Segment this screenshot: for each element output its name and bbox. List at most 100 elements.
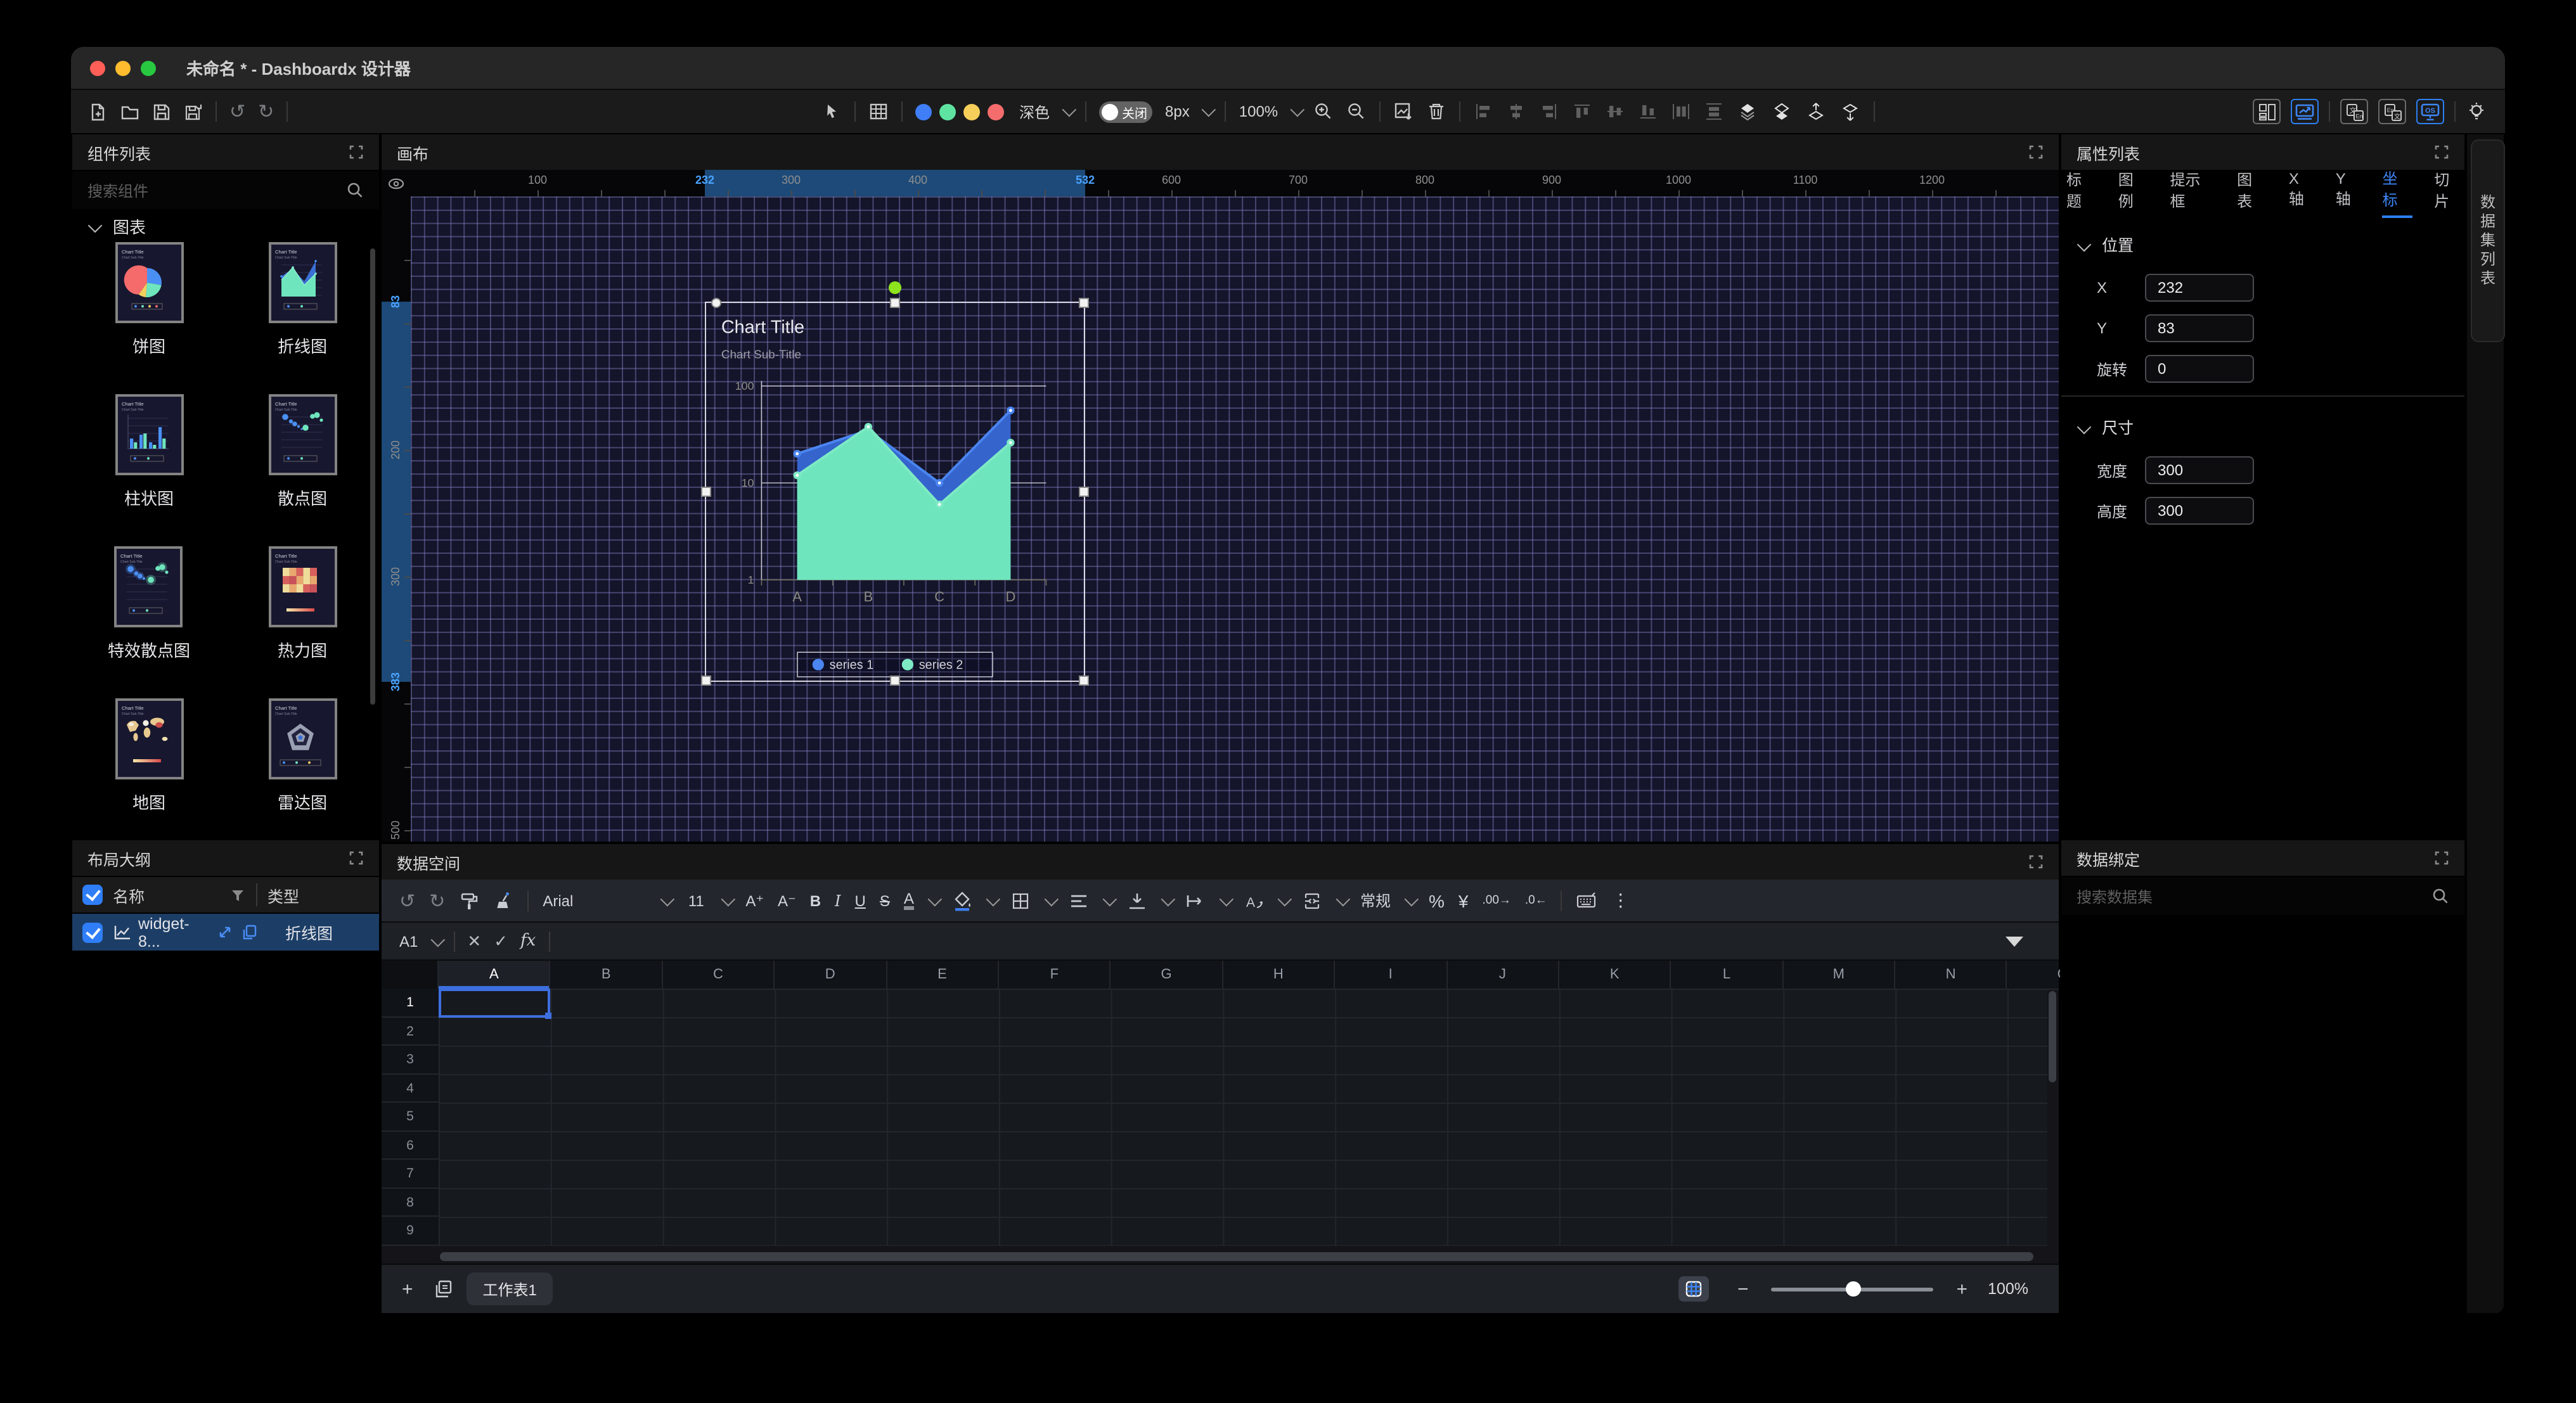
chevron-down-icon[interactable]: [660, 892, 675, 906]
row-header-2[interactable]: 2: [382, 1017, 439, 1046]
resize-handle[interactable]: [1079, 487, 1089, 497]
font-increase-button[interactable]: A⁺: [745, 892, 764, 909]
chevron-down-icon[interactable]: [1202, 103, 1216, 117]
save-icon[interactable]: [152, 102, 171, 121]
selected-cell-a1[interactable]: [439, 989, 551, 1017]
component-item-bar[interactable]: Chart TitleChart Sub-Title 柱状图: [115, 394, 183, 509]
props-tab-图例[interactable]: 图例: [2118, 168, 2149, 216]
expand-panel-icon[interactable]: [2028, 854, 2044, 869]
chevron-down-icon[interactable]: [927, 892, 942, 906]
zoom-out-icon[interactable]: [1346, 101, 1367, 122]
translate-en-cn-icon[interactable]: En文: [2378, 99, 2406, 124]
open-file-icon[interactable]: [120, 102, 139, 121]
text-rotate-button[interactable]: A: [1244, 890, 1264, 911]
row-header-3[interactable]: 3: [382, 1046, 439, 1074]
chevron-down-icon[interactable]: [1102, 892, 1117, 906]
maximize-button[interactable]: [141, 60, 156, 75]
resize-handle[interactable]: [890, 676, 900, 686]
props-tab-提示框[interactable]: 提示框: [2170, 168, 2216, 216]
column-header-F[interactable]: F: [999, 961, 1111, 989]
minimize-button[interactable]: [115, 60, 131, 75]
duplicate-icon[interactable]: [241, 924, 257, 940]
align-middle-icon[interactable]: [1605, 101, 1625, 122]
column-header-H[interactable]: H: [1223, 961, 1335, 989]
number-format-select[interactable]: 常规: [1360, 890, 1391, 911]
zoom-out-sheet-button[interactable]: −: [1737, 1278, 1749, 1300]
component-item-radar[interactable]: Chart TitleChart Sub-Title 雷达图: [268, 698, 337, 814]
send-to-back-icon[interactable]: [1771, 101, 1793, 122]
format-paint-icon[interactable]: [459, 890, 479, 911]
translate-cn-en-icon[interactable]: 文En: [2340, 99, 2368, 124]
horizontal-ruler[interactable]: 100300400600700800900100011001200232532: [411, 170, 2059, 198]
sheet-list-icon[interactable]: [434, 1279, 454, 1299]
chevron-down-icon[interactable]: [1336, 892, 1350, 906]
resize-handle[interactable]: [711, 298, 721, 308]
column-header-J[interactable]: J: [1447, 961, 1559, 989]
column-header-G[interactable]: G: [1111, 961, 1223, 989]
search-icon[interactable]: [2431, 887, 2449, 905]
zoom-in-sheet-button[interactable]: +: [1957, 1278, 1968, 1300]
table-view-icon[interactable]: [868, 101, 889, 122]
row-header-8[interactable]: 8: [382, 1188, 439, 1217]
percent-format-button[interactable]: %: [1429, 890, 1445, 911]
expand-panel-icon[interactable]: [349, 144, 364, 160]
new-file-icon[interactable]: [89, 102, 108, 121]
confirm-entry-icon[interactable]: ✓: [494, 931, 508, 951]
align-left-icon[interactable]: [1473, 101, 1493, 122]
merge-cells-button[interactable]: [1302, 890, 1322, 911]
x-input[interactable]: 232: [2145, 274, 2254, 302]
align-right-icon[interactable]: [1539, 101, 1559, 122]
vertical-align-button[interactable]: [1127, 890, 1147, 911]
delete-icon[interactable]: [1426, 101, 1446, 122]
formula-bar-expand-icon[interactable]: [2006, 937, 2023, 947]
row-header-4[interactable]: 4: [382, 1074, 439, 1103]
height-input[interactable]: 300: [2145, 497, 2254, 525]
width-input[interactable]: 300: [2145, 456, 2254, 484]
component-item-line[interactable]: Chart TitleChart Sub-Title 折线图: [268, 242, 337, 357]
chevron-down-icon[interactable]: [986, 892, 1000, 906]
theme-select-label[interactable]: 深色: [1019, 101, 1050, 122]
position-section-header[interactable]: 位置: [2061, 214, 2464, 261]
sheet-zoom-slider[interactable]: [1772, 1287, 1934, 1291]
pointer-tool-icon[interactable]: [821, 101, 842, 122]
component-search[interactable]: 搜索组件: [72, 171, 379, 209]
props-tab-标题[interactable]: 标题: [2066, 168, 2097, 216]
resize-handle[interactable]: [701, 676, 711, 686]
bold-button[interactable]: B: [810, 892, 821, 909]
component-item-scatter[interactable]: Chart TitleChart Sub-Title 散点图: [268, 394, 337, 509]
column-header-N[interactable]: N: [1895, 961, 2007, 989]
horizontal-align-button[interactable]: [1069, 890, 1089, 911]
rotate-handle[interactable]: [889, 281, 901, 294]
send-backward-icon[interactable]: [1839, 101, 1861, 122]
y-input[interactable]: 83: [2145, 314, 2254, 342]
outline-row-widget[interactable]: widget-8... 折线图: [72, 914, 379, 951]
expand-panel-icon[interactable]: [2434, 850, 2449, 866]
font-select[interactable]: Arial: [543, 892, 647, 909]
column-header-L[interactable]: L: [1671, 961, 1784, 989]
column-headers[interactable]: ABCDEFGHIJKLMNO: [382, 961, 2059, 990]
sheet-grid-toggle[interactable]: [1679, 1276, 1710, 1302]
row-header-5[interactable]: 5: [382, 1103, 439, 1131]
resize-handle[interactable]: [1079, 298, 1089, 308]
chevron-down-icon[interactable]: [1404, 892, 1419, 906]
decrease-decimal-button[interactable]: .0←: [1525, 894, 1547, 907]
column-header-I[interactable]: I: [1335, 961, 1447, 989]
row-header-1[interactable]: 1: [382, 989, 439, 1017]
size-section-header[interactable]: 尺寸: [2061, 397, 2464, 444]
charts-section-header[interactable]: 图表: [72, 209, 379, 242]
export-image-icon[interactable]: [1393, 101, 1414, 122]
props-tab-坐标[interactable]: 坐标: [2383, 167, 2413, 217]
distribute-h-icon[interactable]: [1671, 101, 1691, 122]
align-center-h-icon[interactable]: [1506, 101, 1526, 122]
keyboard-icon[interactable]: [1576, 890, 1598, 911]
bring-to-front-icon[interactable]: [1737, 101, 1758, 122]
column-header-E[interactable]: E: [887, 961, 999, 989]
close-button[interactable]: [90, 60, 105, 75]
dataset-search[interactable]: 搜索数据集: [2061, 877, 2464, 915]
props-tab-Y轴[interactable]: Y轴: [2336, 170, 2361, 214]
search-icon[interactable]: [346, 181, 364, 199]
clear-format-icon[interactable]: [493, 890, 513, 911]
resize-handle[interactable]: [890, 298, 900, 308]
chevron-down-icon[interactable]: [1291, 103, 1305, 117]
expand-panel-icon[interactable]: [2028, 144, 2044, 160]
